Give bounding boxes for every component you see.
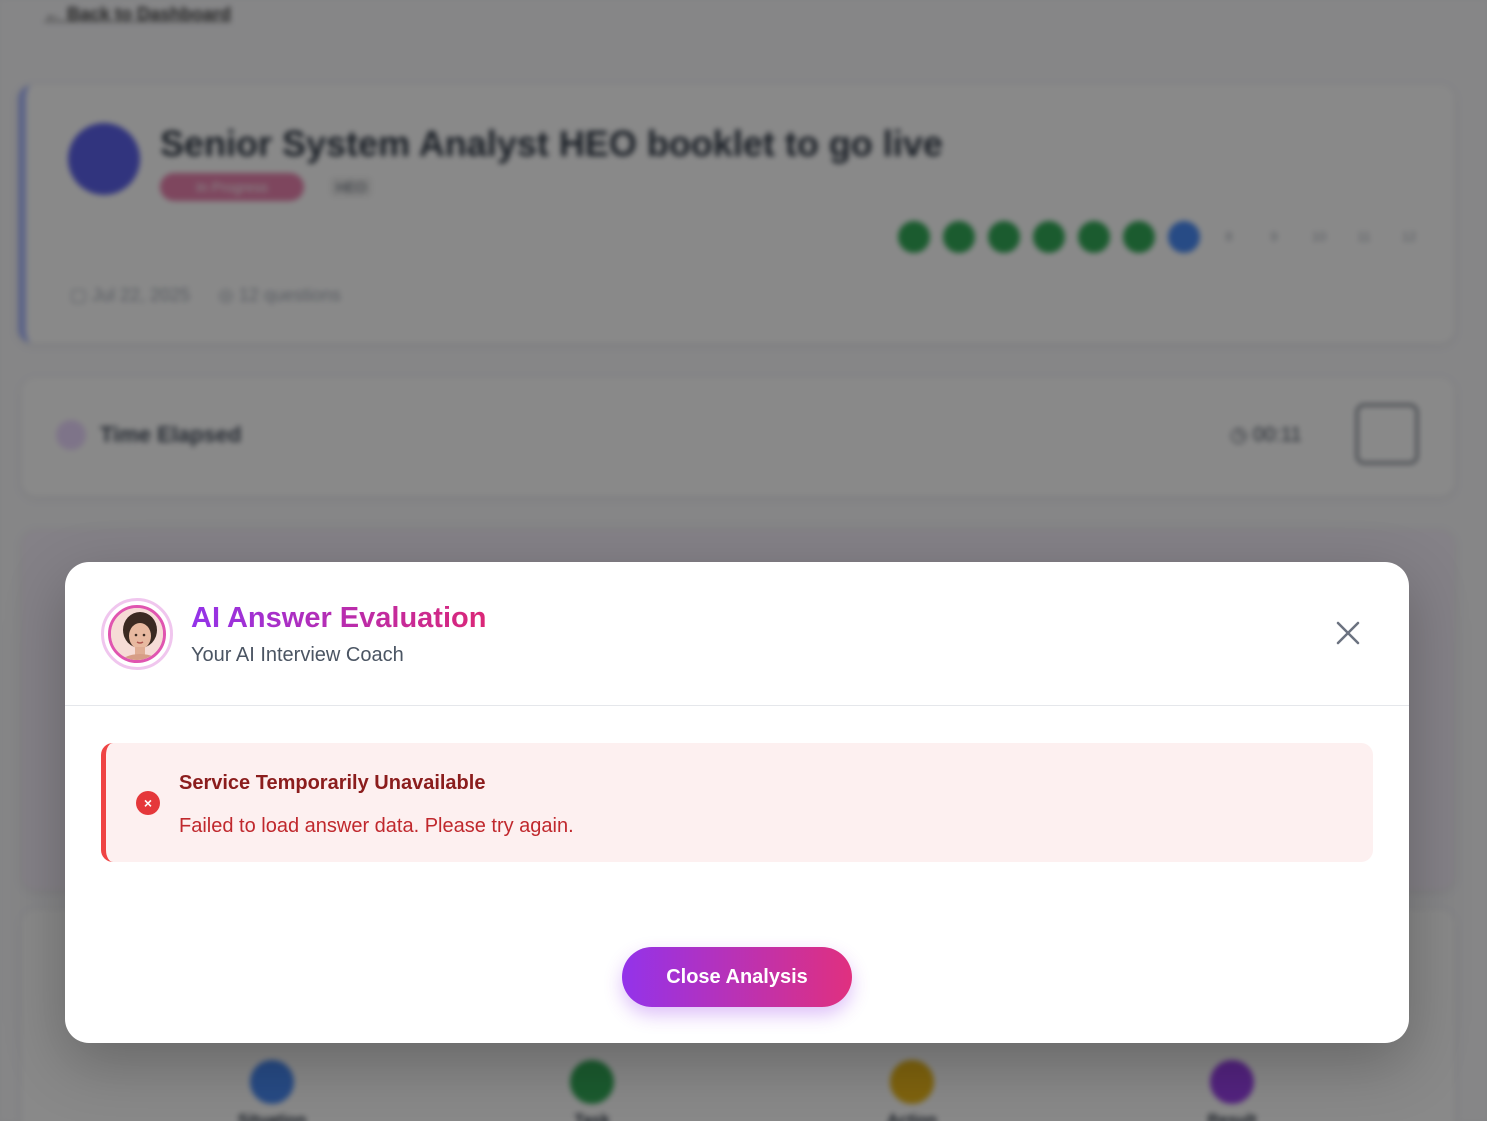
modal-subtitle: Your AI Interview Coach	[191, 644, 404, 666]
coach-avatar	[101, 598, 173, 670]
modal-title: AI Answer Evaluation	[191, 602, 487, 634]
error-message: Failed to load answer data. Please try a…	[179, 815, 574, 837]
error-icon: ×	[136, 791, 160, 815]
close-analysis-button[interactable]: Close Analysis	[622, 947, 852, 1007]
error-alert: × Service Temporarily Unavailable Failed…	[101, 743, 1373, 862]
modal-header: AI Answer Evaluation Your AI Interview C…	[65, 562, 1409, 706]
close-icon[interactable]	[1333, 618, 1363, 648]
ai-evaluation-modal: AI Answer Evaluation Your AI Interview C…	[65, 562, 1409, 1043]
error-title: Service Temporarily Unavailable	[179, 772, 486, 794]
coach-portrait-icon	[108, 605, 166, 663]
